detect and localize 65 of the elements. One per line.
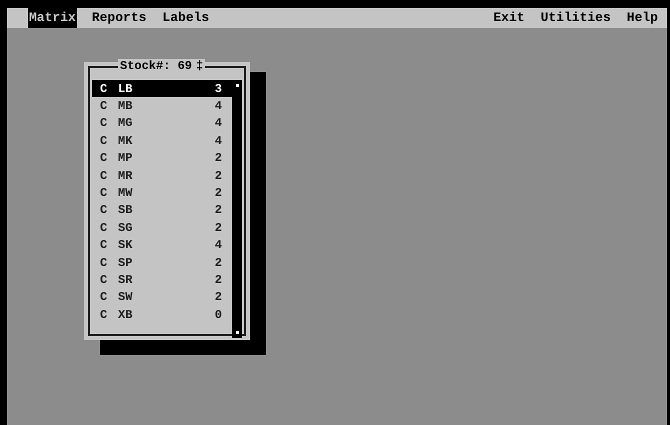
row-marker: C: [100, 220, 108, 237]
item-code: SK: [118, 237, 134, 254]
menu-item[interactable]: Reports: [90, 8, 148, 28]
quantity: 2: [214, 220, 222, 237]
quantity: 4: [214, 98, 222, 116]
row-marker: C: [100, 202, 108, 220]
item-code: MW: [118, 185, 134, 202]
quantity: 2: [214, 272, 222, 289]
item-code: SG: [118, 220, 134, 237]
item-code: LB: [118, 80, 134, 98]
item-code: MR: [118, 168, 134, 185]
menu-item[interactable]: Matrix: [28, 8, 77, 28]
quantity: 3: [214, 80, 222, 98]
row-marker: C: [100, 185, 108, 202]
list-row[interactable]: C MW 2: [92, 184, 232, 202]
menu-item[interactable]: Exit: [492, 8, 526, 28]
quantity: 4: [214, 115, 222, 132]
row-marker: C: [100, 150, 108, 168]
menu-item[interactable]: Help: [626, 8, 659, 28]
item-code: XB: [118, 306, 134, 324]
list-row[interactable]: C MG 4: [92, 114, 232, 132]
item-code: SW: [118, 289, 134, 306]
dialog-title: Stock#: 69: [120, 59, 192, 73]
row-marker: C: [100, 272, 108, 289]
quantity: 2: [214, 202, 222, 220]
list-row[interactable]: C XB 0: [92, 306, 232, 324]
row-marker: C: [100, 306, 108, 324]
list-row[interactable]: C MR 2: [92, 166, 232, 184]
quantity: 2: [214, 289, 222, 306]
item-code: MK: [118, 132, 134, 150]
scroll-indicator: ‡: [196, 59, 204, 73]
list-row[interactable]: C SW 2: [92, 288, 232, 306]
list-row[interactable]: C SB 2: [92, 202, 232, 220]
row-marker: C: [100, 80, 108, 98]
item-code: MP: [118, 150, 134, 168]
item-code: SR: [118, 272, 134, 289]
list-row[interactable]: C SK 4: [92, 236, 232, 254]
row-marker: C: [100, 98, 108, 116]
menu-item[interactable]: Labels: [161, 8, 210, 28]
item-code: MB: [118, 98, 134, 116]
list-row[interactable]: C SG 2: [92, 219, 232, 237]
item-code: SB: [118, 202, 134, 220]
row-marker: C: [100, 237, 108, 254]
quantity: 2: [214, 150, 222, 168]
list-row[interactable]: C LB 3: [92, 80, 232, 98]
list-row[interactable]: C MP 2: [92, 150, 232, 167]
quantity: 0: [214, 306, 222, 324]
list-row[interactable]: C SP 2: [92, 254, 232, 272]
list-row[interactable]: C MK 4: [92, 132, 232, 150]
quantity: 4: [214, 237, 222, 254]
row-marker: C: [100, 115, 108, 132]
item-code: MG: [118, 115, 134, 132]
row-marker: C: [100, 289, 108, 306]
quantity: 4: [214, 132, 222, 150]
quantity: 2: [214, 254, 222, 272]
row-marker: C: [100, 132, 108, 150]
list-row[interactable]: C MB 4: [92, 97, 232, 115]
menu-item[interactable]: Utilities: [540, 8, 612, 28]
row-marker: C: [100, 168, 108, 185]
quantity: 2: [214, 185, 222, 202]
item-code: SP: [118, 254, 134, 272]
scrollbar[interactable]: [232, 80, 242, 338]
row-marker: C: [100, 254, 108, 272]
list-row[interactable]: C SR 2: [92, 271, 232, 289]
quantity: 2: [214, 168, 222, 185]
